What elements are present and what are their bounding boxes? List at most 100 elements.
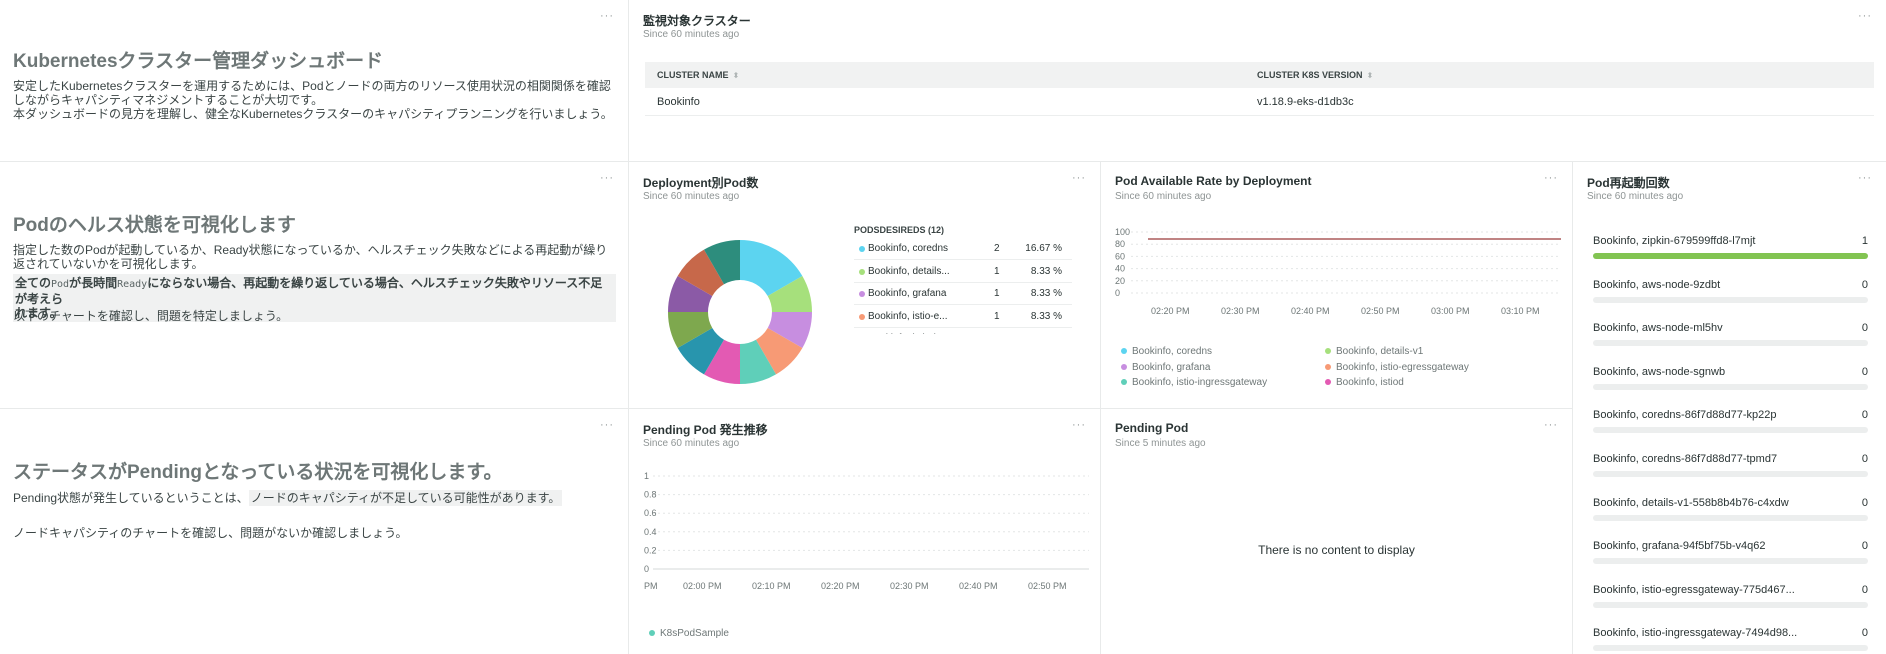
x-tick-label: 02:10 PM [752, 581, 791, 591]
legend-dot [859, 268, 865, 275]
restart-bar [1593, 383, 1868, 390]
pod-name: Bookinfo, aws-node-9zdbt [1593, 278, 1721, 291]
x-tick-label: PM [644, 581, 658, 591]
table-row[interactable]: Bookinfo v1.18.9-eks-d1db3c [645, 88, 1874, 116]
pod-name: Bookinfo, zipkin-679599ffd8-l7mjt [1593, 235, 1756, 247]
legend-row[interactable]: Bookinfo, coredns 2 16.67 % [854, 238, 1072, 260]
restart-count: 0 [1861, 409, 1868, 422]
pending-trend-widget: Pending Pod 発生推移 Since 60 minutes ago ··… [629, 409, 1101, 654]
widget-timerange: Since 60 minutes ago [1587, 191, 1684, 202]
legend-item[interactable]: Bookinfo, istio-egressgateway [1325, 362, 1469, 373]
restart-list-item[interactable]: Bookinfo, aws-node-ml5hv 0 [1593, 322, 1868, 365]
restart-count: 1 [1861, 235, 1868, 247]
legend-item[interactable]: Bookinfo, coredns [1121, 346, 1212, 357]
legend-dot [859, 246, 865, 252]
legend-row[interactable]: Bookinfo, istio-in... 1 8.33 % [854, 328, 1072, 334]
table-header: CLUSTER NAME ⬍ CLUSTER K8S VERSION ⬍ [645, 62, 1874, 88]
y-tick-label: 40 [1115, 264, 1125, 274]
y-tick-label: 1 [644, 471, 649, 481]
restart-list-item[interactable]: Bookinfo, coredns-86f7d88d77-tpmd7 0 [1593, 453, 1868, 496]
restart-list-item[interactable]: Bookinfo, aws-node-9zdbt 0 [1593, 279, 1868, 322]
x-tick-label: 02:20 PM [821, 581, 860, 591]
legend-count: 2 [994, 243, 1000, 254]
restart-list-item[interactable]: Bookinfo, grafana-94f5bf75b-v4q62 0 [1593, 540, 1868, 583]
widget-timerange: Since 60 minutes ago [643, 29, 740, 40]
legend-percent: 8.33 % [1031, 333, 1062, 334]
legend-item[interactable]: K8sPodSample [649, 628, 729, 639]
dashboard-heading: Kubernetesクラスター管理ダッシュボード [13, 51, 384, 72]
legend-name: Bookinfo, grafana [868, 288, 947, 299]
restart-bar [1593, 645, 1868, 652]
cluster-name-cell: Bookinfo [657, 96, 700, 108]
restart-list-item[interactable]: Bookinfo, details-v1-558b8b4b76-c4xdw 0 [1593, 497, 1868, 540]
legend-count: 1 [994, 310, 1000, 322]
restart-bar [1593, 601, 1868, 608]
available-rate-line-chart[interactable]: 100 80 60 40 20 0 02:20 PM 02:30 PM 02:40 PM 02:5… [1101, 222, 1573, 332]
restart-list-item[interactable]: Bookinfo, istio-egressgateway-775d467...… [1593, 584, 1868, 627]
legend-dot [859, 313, 865, 320]
widget-menu-icon[interactable]: ··· [1544, 173, 1558, 184]
column-header-k8s-version[interactable]: CLUSTER K8S VERSION ⬍ [1257, 70, 1373, 80]
pending-heading: ステータスがPendingとなっている状況を可視化します。 [13, 462, 503, 483]
restart-count: 0 [1861, 322, 1868, 335]
pod-name: Bookinfo, coredns-86f7d88d77-tpmd7 [1593, 453, 1778, 465]
pending-instruction: ノードキャパシティのチャートを確認し、問題がないか確認しましょう。 [13, 526, 408, 540]
legend-percent: 16.67 % [1025, 243, 1062, 254]
widget-menu-icon[interactable]: ··· [1544, 420, 1558, 431]
widget-menu-icon[interactable]: ··· [1858, 173, 1872, 184]
widget-menu-icon[interactable]: ··· [1072, 420, 1086, 431]
y-tick-label: 0 [1115, 288, 1120, 298]
x-tick-label: 02:50 PM [1028, 581, 1067, 591]
available-rate-widget: Pod Available Rate by Deployment Since 6… [1101, 162, 1573, 409]
restart-bar [1593, 296, 1868, 303]
restart-list-item[interactable]: Bookinfo, istio-ingressgateway-7494d98..… [1593, 627, 1868, 654]
widget-menu-icon[interactable]: ··· [600, 11, 614, 22]
x-tick-label: 02:30 PM [890, 581, 929, 591]
pod-name: Bookinfo, istio-ingressgateway-7494d98..… [1593, 627, 1798, 640]
restart-list-item[interactable]: Bookinfo, zipkin-679599ffd8-l7mjt 1 [1593, 235, 1868, 278]
pod-restarts-widget: Pod再起動回数 Since 60 minutes ago ··· Bookin… [1573, 162, 1886, 654]
pod-health-heading: Podのヘルス状態を可視化します [13, 215, 296, 236]
sort-icon: ⬍ [1366, 71, 1374, 80]
restart-count: 0 [1861, 278, 1868, 291]
legend-row[interactable]: Bookinfo, grafana 1 8.33 % [854, 283, 1072, 305]
legend-row[interactable]: Bookinfo, istio-e... 1 8.33 % [854, 306, 1072, 328]
empty-state-message: There is no content to display [1258, 543, 1415, 557]
y-tick-label: 0.6 [644, 508, 657, 518]
widget-timerange: Since 60 minutes ago [1115, 191, 1212, 202]
pod-health-instruction: 以下のチャートを確認し、問題を特定しましょう。 [13, 309, 289, 323]
pending-trend-line-chart[interactable]: 1 0.8 0.6 0.4 0.2 0 PM 02:00 PM 02:10 PM 02:20 PM… [629, 469, 1101, 624]
intro-paragraph: 安定したKubernetesクラスターを運用するためには、Podとノードの両方の… [13, 79, 613, 121]
x-tick-label: 02:20 PM [1151, 306, 1190, 316]
cluster-version-cell: v1.18.9-eks-d1db3c [1257, 96, 1354, 108]
restart-list-item[interactable]: Bookinfo, coredns-86f7d88d77-kp22p 0 [1593, 409, 1868, 452]
legend-name: Bookinfo, istio-in... [868, 333, 966, 334]
x-tick-label: 02:40 PM [1291, 306, 1330, 316]
legend-percent: 8.33 % [1030, 310, 1062, 322]
widget-title: Pod再起動回数 [1587, 176, 1670, 190]
x-tick-label: 02:40 PM [959, 581, 998, 591]
y-tick-label: 100 [1115, 227, 1130, 237]
widget-menu-icon[interactable]: ··· [1858, 11, 1872, 22]
widget-title: Pod Available Rate by Deployment [1115, 174, 1312, 188]
y-tick-label: 80 [1115, 239, 1125, 249]
legend-item[interactable]: Bookinfo, details-v1 [1325, 346, 1423, 357]
restart-list-item[interactable]: Bookinfo, aws-node-sgnwb 0 [1593, 366, 1868, 409]
legend-row[interactable]: Bookinfo, details... 1 8.33 % [854, 261, 1072, 283]
y-tick-label: 0.4 [644, 527, 657, 537]
pod-name: Bookinfo, details-v1-558b8b4b76-c4xdw [1593, 496, 1789, 509]
legend-item[interactable]: Bookinfo, grafana [1121, 362, 1210, 373]
legend-name: Bookinfo, coredns [868, 243, 949, 254]
widget-menu-icon[interactable]: ··· [600, 173, 614, 184]
legend-item[interactable]: Bookinfo, istiod [1325, 377, 1404, 388]
legend-count: 1 [994, 288, 1000, 299]
pod-name: Bookinfo, istio-egressgateway-775d467... [1593, 583, 1795, 596]
column-header-cluster-name[interactable]: CLUSTER NAME ⬍ [657, 70, 739, 80]
y-tick-label: 60 [1115, 251, 1125, 261]
widget-timerange: Since 60 minutes ago [643, 438, 740, 449]
y-tick-label: 20 [1115, 276, 1125, 286]
legend-item[interactable]: Bookinfo, istio-ingressgateway [1121, 377, 1267, 388]
restart-count: 0 [1861, 540, 1868, 553]
restart-count: 0 [1861, 583, 1868, 596]
widget-menu-icon[interactable]: ··· [600, 420, 614, 431]
